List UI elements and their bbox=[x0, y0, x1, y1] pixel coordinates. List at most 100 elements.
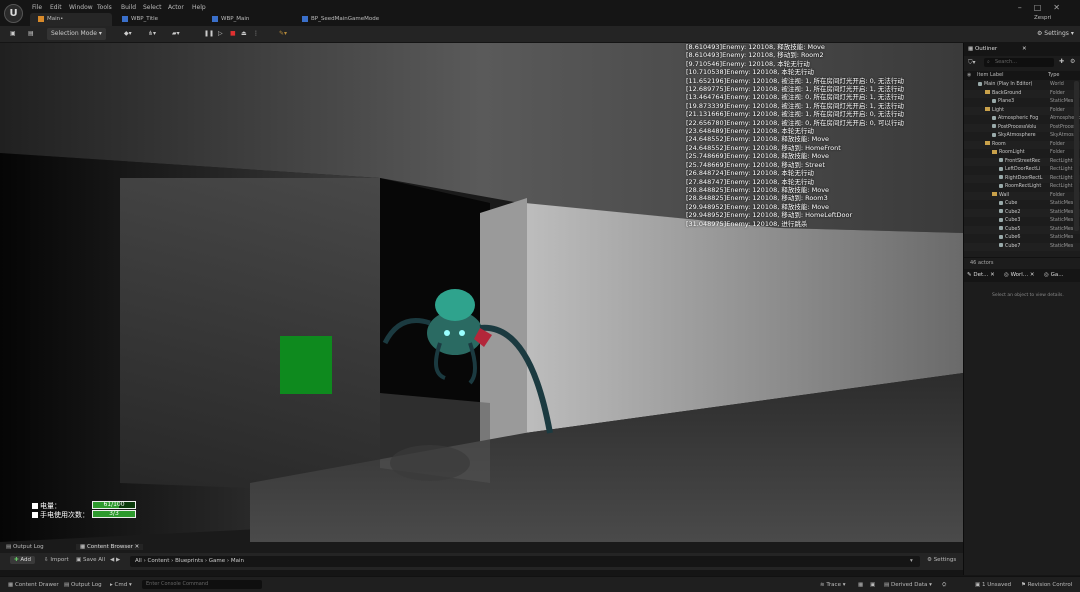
menu-select[interactable]: Select bbox=[143, 4, 162, 11]
outliner-row-type: StaticMes bbox=[1050, 99, 1074, 104]
import-button[interactable]: ⇩ Import bbox=[44, 557, 69, 563]
menu-actor[interactable]: Actor bbox=[168, 4, 184, 11]
menu-tools[interactable]: Tools bbox=[97, 4, 112, 11]
unreal-logo-icon[interactable]: U bbox=[4, 4, 23, 23]
tab-game[interactable]: ◎ Ga... bbox=[1044, 272, 1063, 278]
platforms-icon[interactable]: ✎▾ bbox=[279, 28, 287, 40]
bottom-tabs: ▤ Output Log ▦ Content Browser ✕ bbox=[0, 542, 963, 553]
eject-icon[interactable]: ⏏ bbox=[241, 28, 247, 40]
outliner-row[interactable]: RoomLight Folder bbox=[964, 149, 1080, 158]
menu-window[interactable]: Window bbox=[69, 4, 93, 11]
settings-icon[interactable]: ⚙ bbox=[1070, 58, 1075, 65]
menu-help[interactable]: Help bbox=[192, 4, 206, 11]
close-outliner-icon[interactable]: ✕ bbox=[1022, 46, 1027, 52]
cinematics-icon[interactable]: ▰▾ bbox=[172, 28, 180, 40]
output-log-button[interactable]: ▤ Output Log bbox=[64, 580, 102, 590]
outliner-row-label: Plane3 bbox=[992, 98, 1014, 107]
outliner-row[interactable]: Atmospheric Fog Atmospheric bbox=[964, 115, 1080, 124]
outliner-scrollbar[interactable] bbox=[1074, 81, 1079, 231]
path-dropdown-icon[interactable]: ▾ bbox=[910, 558, 913, 564]
content-icon[interactable]: ▤ bbox=[28, 28, 34, 40]
outliner-row[interactable]: Cube7 StaticMes bbox=[964, 242, 1080, 251]
stats-icon[interactable]: ▦ bbox=[858, 580, 863, 590]
filter-icon[interactable]: ⛉▾ bbox=[968, 59, 976, 67]
menu-file[interactable]: File bbox=[32, 4, 42, 11]
tab-output-log[interactable]: ▤ Output Log bbox=[6, 544, 44, 550]
history-icon[interactable]: ◀ ▶ bbox=[110, 557, 120, 563]
add-actor-icon[interactable]: ✚ bbox=[1059, 58, 1064, 65]
outliner-row[interactable]: Cube6 StaticMes bbox=[964, 234, 1080, 243]
status-bar: ▦ Content Drawer ▤ Output Log ▸ Cmd ▾ En… bbox=[0, 576, 1080, 592]
unsaved-button[interactable]: ▣ 1 Unsaved bbox=[975, 580, 1011, 590]
breadcrumb-all[interactable]: All bbox=[135, 558, 142, 564]
breadcrumb-blueprints[interactable]: Blueprints bbox=[175, 558, 203, 564]
visibility-icon[interactable]: ◉ bbox=[967, 72, 971, 78]
blueprint-icon[interactable]: ⋔▾ bbox=[148, 28, 156, 40]
column-type[interactable]: Type bbox=[1048, 72, 1059, 78]
console-input[interactable]: Enter Console Command bbox=[142, 580, 262, 589]
breadcrumb-content[interactable]: Content bbox=[148, 558, 170, 564]
outliner-row-label: RoomRectLight bbox=[999, 183, 1041, 192]
outliner-row[interactable]: Room Folder bbox=[964, 140, 1080, 149]
revision-control-button[interactable]: ⚑ Revision Control bbox=[1021, 580, 1072, 590]
cmd-dropdown[interactable]: ▸ Cmd ▾ bbox=[110, 580, 132, 590]
outliner-row[interactable]: Plane3 StaticMes bbox=[964, 98, 1080, 107]
tab-wbp-main[interactable]: WBP_Main bbox=[204, 13, 292, 26]
outliner-row[interactable]: Cube2 StaticMes bbox=[964, 208, 1080, 217]
outliner-row[interactable]: Cube3 StaticMes bbox=[964, 217, 1080, 226]
tab-world-settings[interactable]: ◎ Worl... ✕ bbox=[1004, 272, 1034, 278]
content-drawer-button[interactable]: ▦ Content Drawer bbox=[8, 580, 59, 590]
selection-mode-dropdown[interactable]: Selection Mode ▾ bbox=[47, 28, 106, 40]
breadcrumb-main[interactable]: Main bbox=[231, 558, 244, 564]
menu-edit[interactable]: Edit bbox=[50, 4, 62, 11]
outliner-row[interactable]: LeftDoorRectLi RectLight bbox=[964, 166, 1080, 175]
diagnostics-icon[interactable]: ⛭ bbox=[942, 580, 946, 590]
trace-dropdown[interactable]: ≋ Trace ▾ bbox=[820, 580, 845, 590]
outliner-row[interactable]: PostProcessVolu PostProces bbox=[964, 123, 1080, 132]
derived-data-button[interactable]: ▤ Derived Data ▾ bbox=[884, 580, 932, 590]
tab-details[interactable]: ✎ Det... ✕ bbox=[967, 272, 995, 278]
outliner-toolbar: ⛉▾ ⌕ Search... ✚ ⚙ bbox=[964, 56, 1080, 69]
settings-button[interactable]: ⚙ Settings ▾ bbox=[1037, 28, 1074, 40]
blueprint-icon bbox=[302, 15, 308, 22]
outliner-row[interactable]: FrontStreetRec RectLight bbox=[964, 157, 1080, 166]
save-icon[interactable]: ▣ bbox=[10, 28, 16, 40]
outliner-row-text: Main (Play In Editor) bbox=[984, 82, 1033, 87]
outliner-row[interactable]: Cube StaticMes bbox=[964, 200, 1080, 209]
outliner-search-input[interactable]: ⌕ Search... bbox=[984, 58, 1054, 67]
outliner-row[interactable]: Light Folder bbox=[964, 106, 1080, 115]
breadcrumb-game[interactable]: Game bbox=[209, 558, 225, 564]
folder-icon bbox=[985, 90, 990, 94]
outliner-row[interactable]: RoomRectLight RectLight bbox=[964, 183, 1080, 192]
stop-icon[interactable]: ■ bbox=[230, 28, 236, 40]
pause-icon[interactable]: ❚❚ bbox=[204, 28, 214, 40]
tab-bp-seedmaingamemode[interactable]: BP_SeedMainGameMode bbox=[294, 13, 394, 26]
close-icon[interactable]: ✕ bbox=[1053, 3, 1072, 12]
tab-wbp-title[interactable]: WBP_Title bbox=[114, 13, 202, 26]
cpu-icon[interactable]: ▣ bbox=[870, 580, 875, 590]
tab-main[interactable]: Main• bbox=[30, 13, 112, 26]
create-icon[interactable]: ◆▾ bbox=[124, 28, 132, 40]
details-empty-text: Select an object to view details. bbox=[992, 293, 1064, 298]
outliner-tab[interactable]: ▦ Outliner bbox=[968, 46, 997, 52]
outliner-row[interactable]: SkyAtmosphere SkyAtmos bbox=[964, 132, 1080, 141]
outliner-row[interactable]: Cube5 StaticMes bbox=[964, 225, 1080, 234]
add-button[interactable]: ✚ Add bbox=[10, 556, 36, 564]
save-all-button[interactable]: ▣ Save All bbox=[76, 557, 105, 563]
column-item-label[interactable]: Item Label bbox=[977, 72, 1003, 78]
outliner-row[interactable]: Main (Play In Editor) World bbox=[964, 81, 1080, 90]
outliner-row-text: Light bbox=[992, 107, 1004, 113]
level-viewport[interactable]: [8.610493]Enemy: 120108, 释放技能: Move [8.61… bbox=[0, 43, 963, 542]
minimize-icon[interactable]: – bbox=[1018, 3, 1034, 12]
more-icon[interactable]: ⋮ bbox=[253, 28, 259, 40]
outliner-row[interactable]: Wall Folder bbox=[964, 191, 1080, 200]
maximize-icon[interactable]: □ bbox=[1034, 3, 1054, 12]
menu-build[interactable]: Build bbox=[121, 4, 136, 11]
tab-content-browser[interactable]: ▦ Content Browser ✕ bbox=[76, 544, 144, 550]
outliner-row-type: Folder bbox=[1050, 141, 1065, 147]
selection-mode-label: Selection Mode bbox=[51, 30, 97, 37]
content-settings-button[interactable]: ⚙ Settings bbox=[927, 557, 956, 563]
outliner-row[interactable]: BackGround Folder bbox=[964, 89, 1080, 98]
outliner-row[interactable]: RightDoorRectL RectLight bbox=[964, 174, 1080, 183]
skip-icon[interactable]: ▷ bbox=[218, 28, 223, 40]
